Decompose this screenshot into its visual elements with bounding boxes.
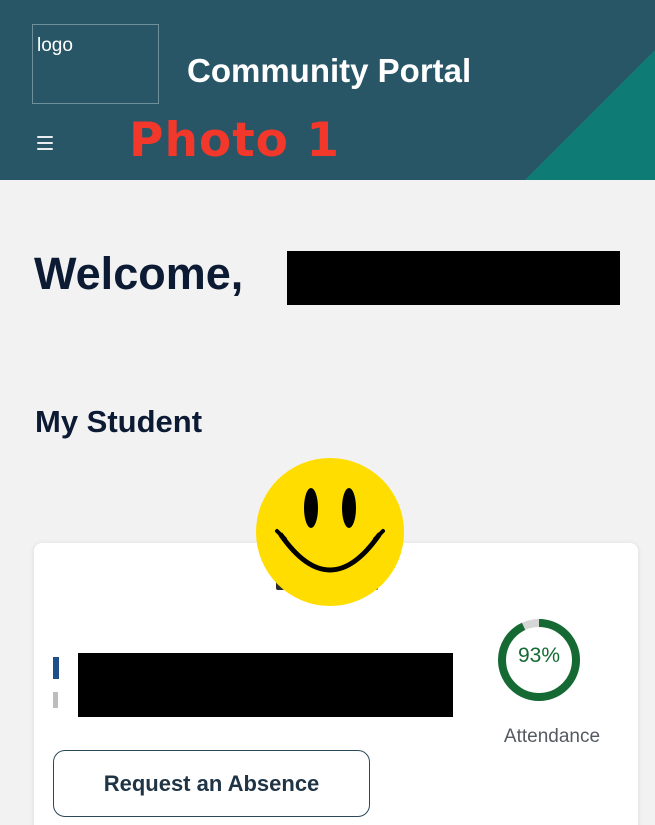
smiley-face-icon bbox=[256, 458, 404, 606]
portal-title: Community Portal bbox=[187, 52, 472, 89]
redacted-student-info bbox=[78, 653, 453, 717]
hamburger-menu-icon[interactable] bbox=[37, 136, 53, 150]
attendance-label: Attendance bbox=[503, 726, 601, 747]
attendance-percent: 93% bbox=[517, 644, 561, 667]
menu-bar bbox=[37, 136, 53, 138]
request-absence-button[interactable]: Request an Absence bbox=[53, 750, 370, 817]
student-detail-fragment bbox=[53, 692, 58, 708]
menu-bar bbox=[37, 142, 53, 144]
my-student-heading: My Student bbox=[35, 404, 203, 439]
logo-placeholder[interactable]: logo bbox=[32, 24, 159, 104]
app-header: logo Community Portal Photo 1 bbox=[0, 0, 655, 180]
header-accent-triangle bbox=[525, 50, 655, 180]
menu-bar bbox=[37, 148, 53, 150]
student-name-fragment bbox=[53, 657, 59, 679]
logo-text: logo bbox=[37, 35, 73, 56]
welcome-heading: Welcome, bbox=[34, 248, 244, 299]
redacted-user-name bbox=[287, 251, 620, 305]
photo-overlay-label: Photo 1 bbox=[129, 113, 341, 168]
